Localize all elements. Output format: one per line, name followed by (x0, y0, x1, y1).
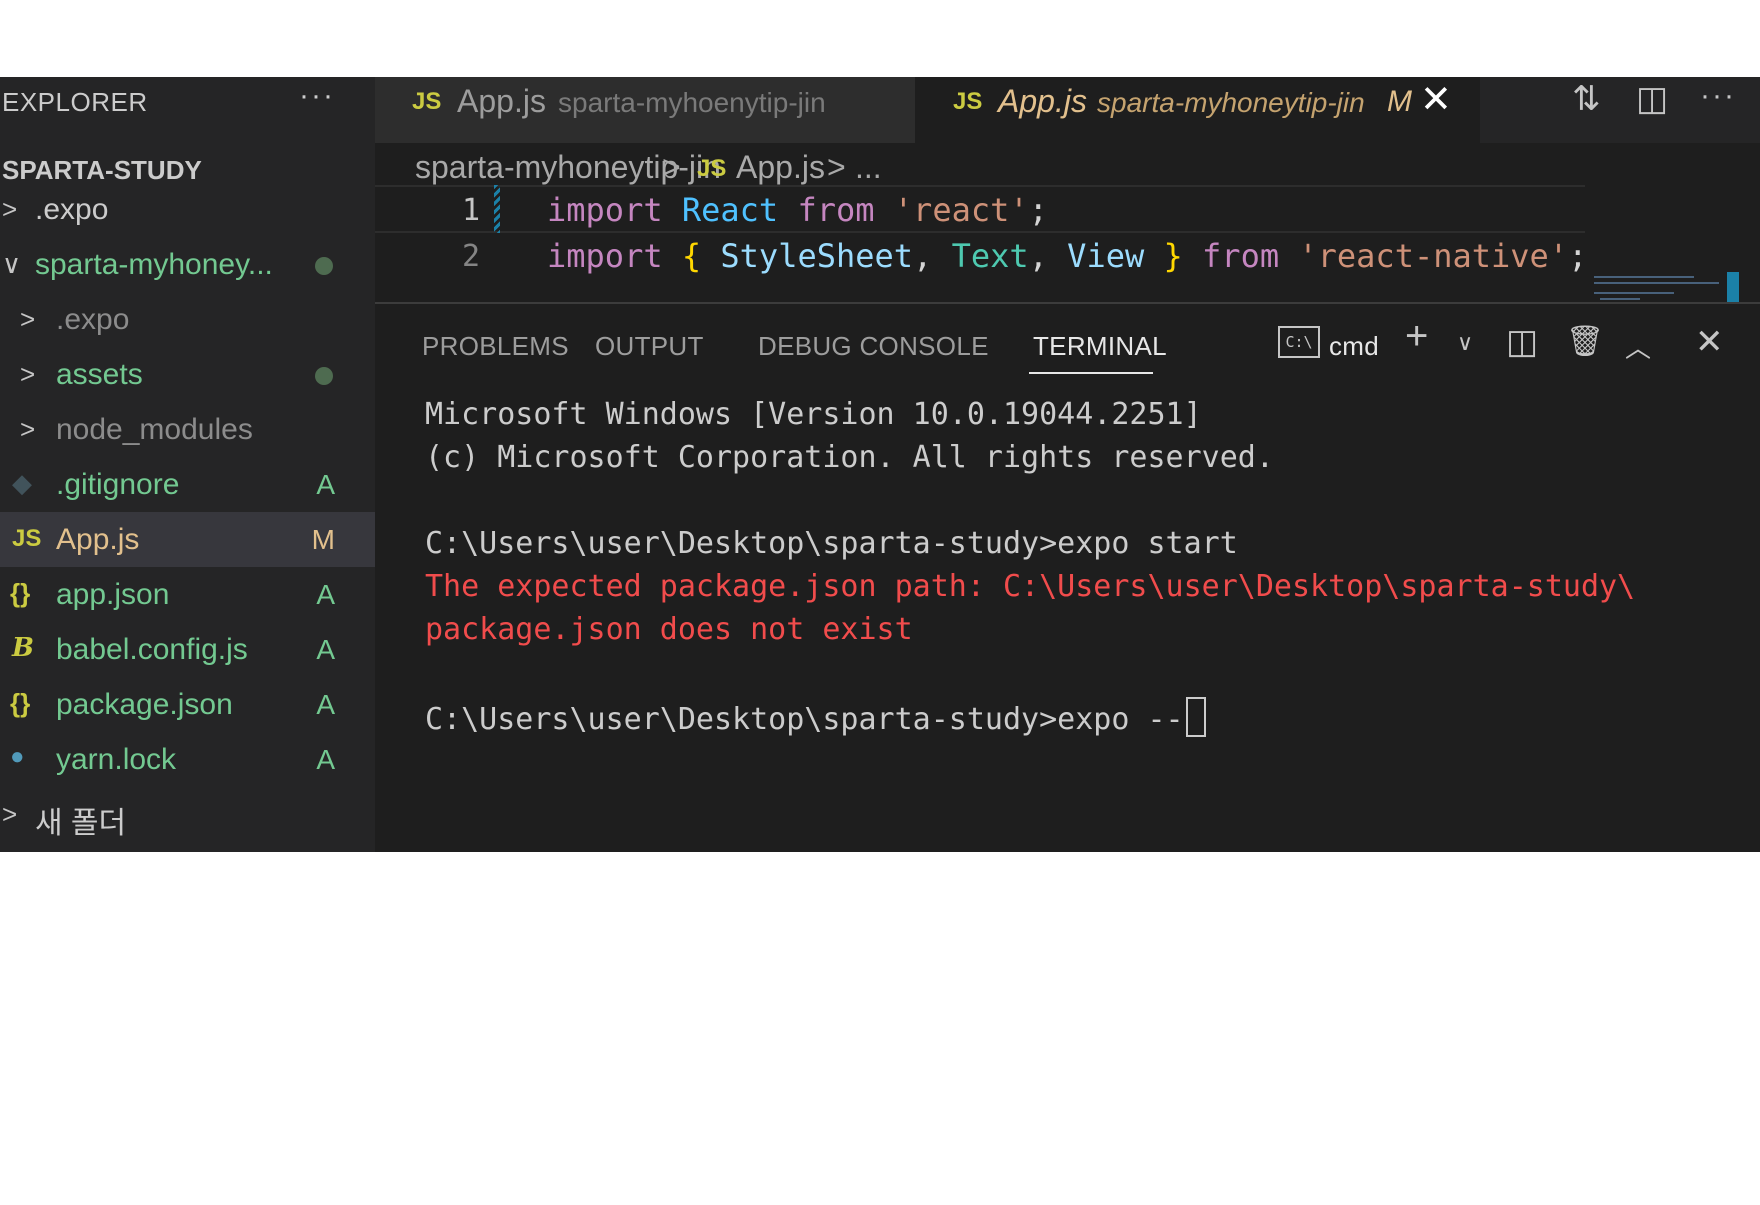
explorer-more-icon[interactable]: ··· (299, 79, 335, 113)
editor-tab-bar: JS App.js sparta-myhoenytip-jin JS App.j… (375, 77, 1760, 143)
chevron-right-icon: > (662, 149, 681, 185)
tree-item-label: 새 폴더 (35, 807, 127, 840)
terminal-prompt[interactable]: C:\Users\user\Desktop\sparta-study>expo … (425, 697, 1206, 737)
tree-item-label: .expo (35, 193, 109, 226)
tab-problems[interactable]: PROBLEMS (422, 331, 569, 362)
code-line[interactable]: 1 import React from 'react'; (375, 185, 1585, 233)
tree-folder-sparta-myhoney[interactable]: ∨ sparta-myhoney... (0, 237, 375, 292)
tree-item-label: App.js (56, 523, 140, 556)
terminal-line: Microsoft Windows [Version 10.0.19044.22… (425, 397, 1202, 432)
babel-icon: B (12, 633, 34, 663)
terminal-icon: C:\ (1278, 326, 1320, 358)
tab-description: sparta-myhoenytip-jin (558, 87, 826, 118)
editor-actions: ⇅ ◫ ··· (1520, 77, 1760, 143)
tree-item-label: assets (56, 358, 143, 391)
modified-dot-icon (315, 367, 333, 385)
tab-output[interactable]: OUTPUT (595, 331, 704, 362)
close-icon[interactable]: ✕ (1420, 77, 1452, 122)
tab-app-js-preview[interactable]: JS App.js sparta-myhoenytip-jin (375, 77, 915, 143)
tree-file-gitignore[interactable]: ◆ .gitignore A (0, 457, 375, 512)
tree-folder-expo-nested[interactable]: > .expo (0, 292, 375, 347)
tree-file-yarn-lock[interactable]: ● yarn.lock A (0, 732, 375, 787)
yarn-icon: ● (10, 743, 25, 770)
tree-item-label: yarn.lock (56, 743, 177, 776)
tree-file-app-js[interactable]: JS App.js M (0, 512, 375, 567)
line-number: 1 (461, 193, 480, 228)
git-status-badge: A (316, 469, 335, 500)
tree-file-app-json[interactable]: {} app.json A (0, 567, 375, 622)
tab-app-js-active[interactable]: JS App.js sparta-myhoneytip-jin M ✕ (915, 77, 1480, 143)
chevron-down-icon: ∨ (2, 249, 22, 279)
new-terminal-icon[interactable]: + (1405, 314, 1428, 359)
git-status-badge: A (316, 634, 335, 665)
terminal-cursor (1185, 697, 1206, 737)
js-icon: JS (697, 155, 727, 182)
json-icon: {} (10, 688, 31, 718)
explorer-header: EXPLORER ··· (2, 77, 375, 123)
tree-file-babel-config[interactable]: B babel.config.js A (0, 622, 375, 677)
git-added-gutter (494, 185, 500, 233)
code-line[interactable]: 2 import { StyleSheet, Text, View } from… (375, 233, 1588, 281)
code-editor[interactable]: 1 import React from 'react'; 2 import { … (375, 185, 1760, 281)
tree-item-label: .expo (56, 303, 130, 336)
git-status-badge: A (316, 744, 335, 775)
code-text: import { StyleSheet, Text, View } from '… (547, 237, 1588, 275)
json-icon: {} (10, 578, 31, 608)
close-panel-icon[interactable]: ✕ (1695, 322, 1724, 362)
terminal-line: (c) Microsoft Corporation. All rights re… (425, 440, 1274, 475)
chevron-down-icon[interactable]: ∨ (1457, 330, 1473, 356)
tree-item-label: package.json (56, 688, 233, 721)
active-tab-indicator (1029, 372, 1153, 374)
code-text: import React from 'react'; (547, 191, 1048, 229)
terminal-line: C:\Users\user\Desktop\sparta-study>expo … (425, 526, 1238, 561)
explorer-sidebar: EXPLORER ··· SPARTA-STUDY > .expo ∨ spar… (0, 77, 375, 852)
bottom-panel: PROBLEMS OUTPUT DEBUG CONSOLE TERMINAL C… (375, 302, 1760, 852)
chevron-right-icon: > (20, 359, 36, 389)
breadcrumb: sparta-myhoneytip-jin > JS App.js > ... (375, 143, 1760, 187)
open-changes-icon[interactable]: ⇅ (1572, 79, 1601, 119)
breadcrumb-file[interactable]: App.js (736, 149, 825, 186)
chevron-right-icon: > (827, 149, 846, 185)
chevron-right-icon: > (2, 194, 18, 224)
breadcrumb-more[interactable]: ... (855, 149, 882, 186)
tree-item-label: sparta-myhoney... (35, 248, 273, 281)
terminal-error-line: The expected package.json path: C:\Users… (425, 569, 1636, 604)
tree-folder-assets[interactable]: > assets (0, 347, 375, 402)
js-icon: JS (12, 525, 42, 552)
chevron-right-icon: > (20, 414, 36, 444)
git-status-badge: A (316, 689, 335, 720)
tree-item-label: app.json (56, 578, 170, 611)
vscode-window: EXPLORER ··· SPARTA-STUDY > .expo ∨ spar… (0, 77, 1760, 852)
more-actions-icon[interactable]: ··· (1700, 79, 1736, 113)
tree-item-label: .gitignore (56, 468, 180, 501)
split-terminal-icon[interactable]: ◫ (1506, 322, 1538, 362)
git-status-badge: A (316, 579, 335, 610)
chevron-up-icon[interactable]: ︿ (1625, 328, 1651, 365)
tree-file-package-json[interactable]: {} package.json A (0, 677, 375, 732)
split-editor-icon[interactable]: ◫ (1636, 79, 1668, 119)
tab-terminal[interactable]: TERMINAL (1033, 331, 1167, 362)
tab-description: sparta-myhoneytip-jin (1097, 87, 1365, 118)
chevron-right-icon: > (2, 799, 18, 829)
modified-dot-icon (315, 257, 333, 275)
terminal-error-line: package.json does not exist (425, 612, 913, 647)
trash-icon[interactable]: 🗑 (1566, 324, 1604, 359)
line-number: 2 (461, 239, 480, 274)
tab-label: App.js (457, 83, 546, 119)
tree-folder-new-folder[interactable]: > 새 폴더 (0, 787, 375, 842)
git-status-badge: M (311, 524, 335, 555)
terminal-name[interactable]: cmd (1329, 331, 1379, 362)
tree-item-label: node_modules (56, 413, 253, 446)
tab-debug-console[interactable]: DEBUG CONSOLE (758, 331, 989, 362)
tree-folder-node-modules[interactable]: > node_modules (0, 402, 375, 457)
explorer-title: EXPLORER (2, 87, 148, 117)
chevron-right-icon: > (20, 304, 36, 334)
tab-modified-badge: M (1387, 85, 1412, 118)
js-icon: JS (412, 88, 442, 115)
tree-folder-expo[interactable]: > .expo (0, 182, 375, 237)
tree-item-label: babel.config.js (56, 633, 248, 666)
git-icon: ◆ (12, 468, 32, 498)
js-icon: JS (953, 88, 983, 115)
tab-label: App.js (998, 83, 1087, 119)
